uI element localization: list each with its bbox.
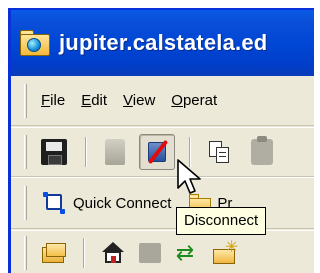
toolbar-grip[interactable] [24,235,27,270]
quick-connect-icon[interactable] [43,192,65,214]
menu-file[interactable]: File [41,92,65,109]
paste-icon [251,136,273,165]
menu-operation[interactable]: Operat [171,92,217,109]
ftp-folder-globe-icon [19,28,53,58]
disconnect-button[interactable] [139,134,175,170]
connection-toolbar: Quick Connect Pr [11,177,314,229]
connect-icon [105,139,125,165]
image-icon [139,242,161,263]
mouse-cursor-icon [177,159,201,194]
app-window: jupiter.calstatela.ed File Edit View Ope… [8,8,314,273]
disconnect-tooltip: Disconnect [176,207,267,235]
copy-icon[interactable] [207,139,233,165]
quick-connect-button[interactable]: Quick Connect [73,195,171,212]
home-icon[interactable] [101,241,125,265]
menubar-grip[interactable] [24,83,27,118]
window-title: jupiter.calstatela.ed [59,30,268,55]
toolbar-grip[interactable] [24,135,27,169]
main-toolbar [11,127,314,177]
disconnect-icon [146,139,169,165]
menu-view[interactable]: View [123,92,155,109]
toolbar-grip[interactable] [24,186,27,220]
menu-bar: File Edit View Operat [11,76,314,126]
menu-edit[interactable]: Edit [81,92,107,109]
navigation-toolbar: ⇄ ✳ [11,230,314,273]
title-bar[interactable]: jupiter.calstatela.ed [11,10,314,76]
toolbar-separator [85,137,87,167]
new-folder-icon[interactable]: ✳ [213,239,239,265]
toolbar-separator [83,237,85,268]
refresh-icon[interactable]: ⇄ [173,240,197,265]
floppy-save-icon[interactable] [41,139,67,165]
up-folder-icon[interactable] [41,241,67,265]
